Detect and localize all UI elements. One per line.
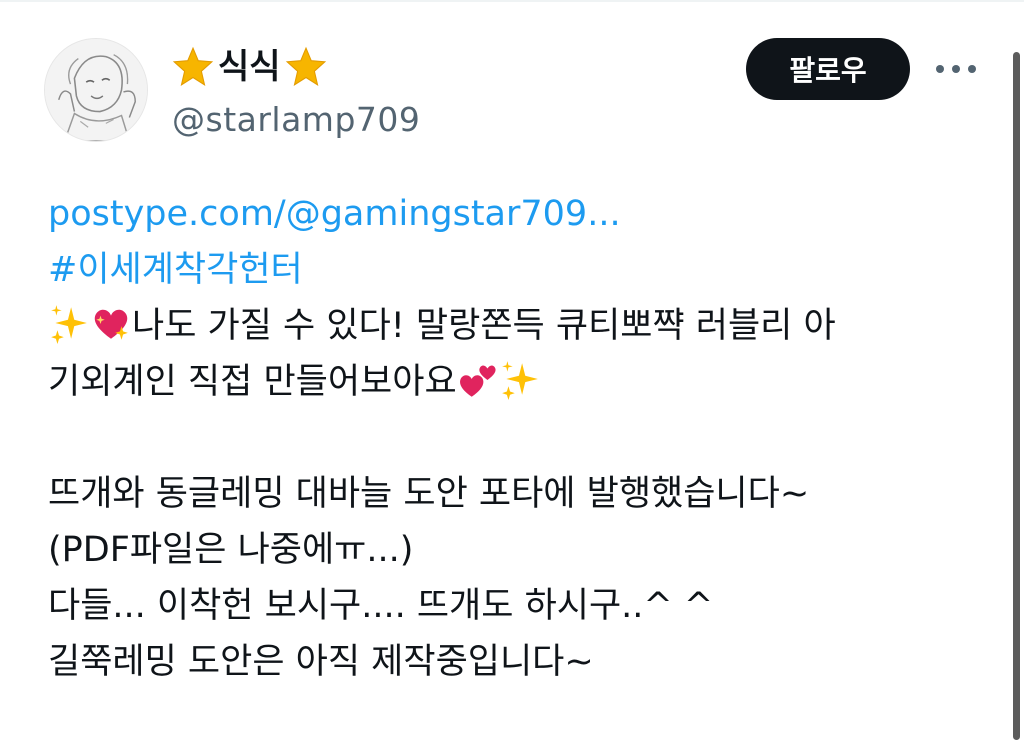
author-names: 식식 @starlamp709 xyxy=(172,42,420,142)
text-line-2: 기외계인 직접 만들어보아요 xyxy=(48,354,978,410)
sparkles-icon xyxy=(501,361,538,400)
two-hearts-icon xyxy=(459,365,496,397)
display-name-row[interactable]: 식식 xyxy=(172,42,420,92)
display-name: 식식 xyxy=(218,47,281,87)
text-line-2-content: 기외계인 직접 만들어보아요 xyxy=(48,362,457,402)
follow-button[interactable]: 팔로우 xyxy=(746,38,910,100)
heart-with-sparkles-icon xyxy=(94,309,128,340)
top-divider xyxy=(0,0,1024,2)
star-emoji-icon xyxy=(285,46,326,86)
star-emoji-icon xyxy=(172,46,214,86)
scrollbar[interactable] xyxy=(1013,52,1020,740)
sparkles-icon xyxy=(51,305,87,344)
hashtag-link[interactable]: #이세계착각헌터 xyxy=(48,242,978,298)
text-line-5: 다들... 이착헌 보시구.... 뜨개도 하시구..^ ^ xyxy=(48,586,714,626)
user-handle[interactable]: @starlamp709 xyxy=(172,98,420,142)
avatar-sketch-icon xyxy=(45,39,147,141)
text-line-6: 길쭉레밍 도안은 아직 제작중입니다~ xyxy=(48,642,594,682)
text-line-3: 뜨개와 동글레밍 대바늘 도안 포타에 발행했습니다~ xyxy=(48,474,810,514)
text-line-4: (PDF파일은 나중에ㅠ...) xyxy=(48,530,414,570)
post-link[interactable]: postype.com/@gamingstar709... xyxy=(48,186,978,242)
post-header: 식식 @starlamp709 팔로우 xyxy=(44,38,984,146)
post-body: postype.com/@gamingstar709... #이세계착각헌터 나… xyxy=(48,186,978,690)
avatar[interactable] xyxy=(44,38,148,142)
text-line-1: 나도 가질 수 있다! 말랑쫀득 큐티뽀쨕 러블리 아 xyxy=(48,298,978,354)
text-line-1-content: 나도 가질 수 있다! 말랑쫀득 큐티뽀쨕 러블리 아 xyxy=(132,306,836,346)
more-horizontal-icon[interactable] xyxy=(936,58,976,80)
